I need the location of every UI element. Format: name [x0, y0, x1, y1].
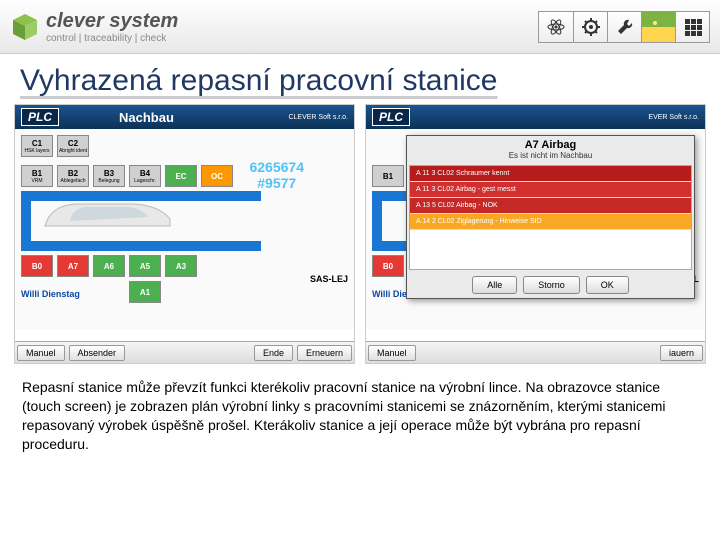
- modal-title: A7 Airbag: [407, 136, 694, 151]
- station-a1[interactable]: A1: [129, 281, 161, 303]
- plc-badge: PLC: [21, 108, 59, 126]
- brand-subtitle: control | traceability | check: [46, 33, 178, 44]
- station-a5[interactable]: A5: [129, 255, 161, 277]
- manuel-button-r[interactable]: Manuel: [368, 345, 416, 361]
- modal-row[interactable]: A 14 2 CL02 Ziglagerung - Hinweise SID: [410, 214, 691, 230]
- station-oc[interactable]: OC: [201, 165, 233, 187]
- picture-icon[interactable]: [641, 12, 675, 42]
- grid-icon[interactable]: [675, 12, 709, 42]
- panel-header-right: EVER Soft s.r.o.: [648, 114, 699, 121]
- manuel-button[interactable]: Manuel: [17, 345, 65, 361]
- alle-button[interactable]: Alle: [472, 276, 517, 294]
- modal-list: A 11 3 CL02 Schraumer kennt A 11 3 CL02 …: [409, 165, 692, 270]
- station-b4[interactable]: B4Lageschr.: [129, 165, 161, 187]
- station-b3[interactable]: B3Belegung: [93, 165, 125, 187]
- panel-right-footer: Manuel iauern: [366, 341, 705, 363]
- brand-name: clever system: [46, 10, 178, 33]
- panel-left-header: PLC Nachbau CLEVER Soft s.r.o.: [15, 105, 354, 129]
- airbag-modal: A7 Airbag Es ist nicht im Nachbau A 11 3…: [406, 135, 695, 299]
- modal-subtitle: Es ist nicht im Nachbau: [407, 151, 694, 163]
- header-bar: clever system control | traceability | c…: [0, 0, 720, 54]
- erneuern-button[interactable]: Erneuern: [297, 345, 352, 361]
- station-a3[interactable]: A3: [165, 255, 197, 277]
- modal-footer: Alle Storno OK: [407, 272, 694, 298]
- header-toolbar: [538, 11, 710, 43]
- panel-left: PLC Nachbau CLEVER Soft s.r.o. 6265674 #…: [14, 104, 355, 364]
- station-b0-r[interactable]: B0: [372, 255, 404, 277]
- product-code: 6265674 #9577: [249, 159, 304, 191]
- modal-row[interactable]: A 11 3 CL02 Schraumer kennt: [410, 166, 691, 182]
- plc-badge: PLC: [372, 108, 410, 126]
- absender-button[interactable]: Absender: [69, 345, 126, 361]
- user-name: Willi Dienstag: [21, 289, 80, 299]
- panel-right-body: B1 B0 SAS-L Willi Diens A7 Airbag Es ist…: [366, 129, 705, 329]
- storno-button[interactable]: Storno: [523, 276, 580, 294]
- ok-button[interactable]: OK: [586, 276, 629, 294]
- page-title: Vyhrazená repasní pracovní stanice: [0, 54, 720, 104]
- station-b1[interactable]: B1VRM: [21, 165, 53, 187]
- erneuern-button-r[interactable]: iauern: [660, 345, 703, 361]
- modal-row[interactable]: A 13 5 CL02 Airbag - NOK: [410, 198, 691, 214]
- station-b2[interactable]: B2Ablegefach: [57, 165, 89, 187]
- panel-left-footer: Manuel Absender Ende Erneuern: [15, 341, 354, 363]
- brand-logo: clever system control | traceability | c…: [10, 10, 178, 44]
- station-c2[interactable]: C2Abright ident: [57, 135, 89, 157]
- panel-left-title: Nachbau: [119, 110, 174, 125]
- panel-right: PLC EVER Soft s.r.o. B1 B0 SAS-L Willi D…: [365, 104, 706, 364]
- panel-left-body: 6265674 #9577 C1HSK layers C2Abright ide…: [15, 129, 354, 329]
- station-ec[interactable]: EC: [165, 165, 197, 187]
- station-b1-r[interactable]: B1: [372, 165, 404, 187]
- atom-icon[interactable]: [539, 12, 573, 42]
- gear-icon[interactable]: [573, 12, 607, 42]
- panels-container: PLC Nachbau CLEVER Soft s.r.o. 6265674 #…: [0, 104, 720, 364]
- modal-row[interactable]: A 11 3 CL02 Airbag - gest messt: [410, 182, 691, 198]
- logo-cube-icon: [10, 12, 40, 42]
- station-a6[interactable]: A6: [93, 255, 125, 277]
- sas-label: SAS-LEJ: [310, 274, 348, 284]
- description-text: Repasní stanice může převzít funkci kter…: [0, 364, 720, 468]
- panel-right-header: PLC EVER Soft s.r.o.: [366, 105, 705, 129]
- station-b0[interactable]: B0: [21, 255, 53, 277]
- wrench-icon[interactable]: [607, 12, 641, 42]
- car-silhouette-icon: [35, 191, 185, 251]
- station-a7[interactable]: A7: [57, 255, 89, 277]
- station-c1[interactable]: C1HSK layers: [21, 135, 53, 157]
- ende-button[interactable]: Ende: [254, 345, 293, 361]
- panel-header-right: CLEVER Soft s.r.o.: [288, 114, 348, 121]
